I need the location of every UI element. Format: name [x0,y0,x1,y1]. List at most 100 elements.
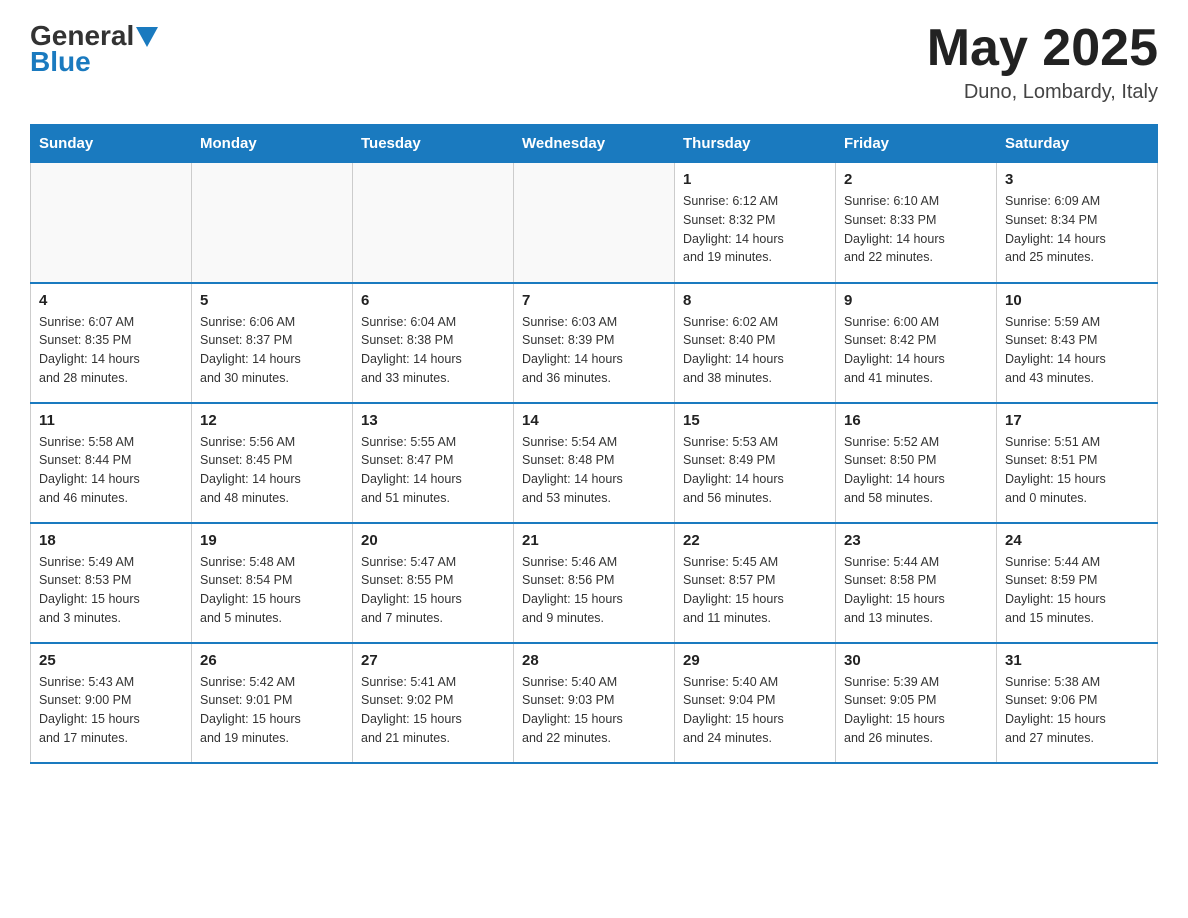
day-number: 26 [200,652,344,669]
calendar-cell: 16 Sunrise: 5:52 AM Sunset: 8:50 PM Dayli… [836,403,997,523]
calendar-header-wednesday: Wednesday [514,125,675,163]
calendar-cell [192,163,353,283]
title-block: May 2025 Duno, Lombardy, Italy [927,20,1158,104]
day-info: Sunrise: 5:41 AM Sunset: 9:02 PM Dayligh… [361,673,505,748]
day-info: Sunrise: 5:52 AM Sunset: 8:50 PM Dayligh… [844,433,988,508]
day-info: Sunrise: 6:09 AM Sunset: 8:34 PM Dayligh… [1005,192,1149,267]
location: Duno, Lombardy, Italy [927,81,1158,104]
day-number: 6 [361,292,505,309]
day-number: 20 [361,532,505,549]
day-info: Sunrise: 5:43 AM Sunset: 9:00 PM Dayligh… [39,673,183,748]
day-number: 9 [844,292,988,309]
day-number: 30 [844,652,988,669]
calendar-cell: 19 Sunrise: 5:48 AM Sunset: 8:54 PM Dayli… [192,523,353,643]
calendar-cell: 21Sunrise: 5:46 AM Sunset: 8:56 PM Dayli… [514,523,675,643]
calendar-cell: 3 Sunrise: 6:09 AM Sunset: 8:34 PM Daylig… [997,163,1158,283]
day-number: 7 [522,292,666,309]
day-number: 3 [1005,171,1149,188]
calendar-cell: 31Sunrise: 5:38 AM Sunset: 9:06 PM Dayli… [997,643,1158,763]
calendar-cell: 29 Sunrise: 5:40 AM Sunset: 9:04 PM Dayli… [675,643,836,763]
calendar-cell [514,163,675,283]
day-info: Sunrise: 6:00 AM Sunset: 8:42 PM Dayligh… [844,313,988,388]
day-info: Sunrise: 6:10 AM Sunset: 8:33 PM Dayligh… [844,192,988,267]
calendar-cell: 17Sunrise: 5:51 AM Sunset: 8:51 PM Dayli… [997,403,1158,523]
calendar-cell: 2 Sunrise: 6:10 AM Sunset: 8:33 PM Daylig… [836,163,997,283]
day-info: Sunrise: 5:42 AM Sunset: 9:01 PM Dayligh… [200,673,344,748]
day-number: 10 [1005,292,1149,309]
day-number: 27 [361,652,505,669]
day-number: 1 [683,171,827,188]
day-info: Sunrise: 5:53 AM Sunset: 8:49 PM Dayligh… [683,433,827,508]
calendar-week-row: 25 Sunrise: 5:43 AM Sunset: 9:00 PM Dayli… [31,643,1158,763]
day-info: Sunrise: 5:40 AM Sunset: 9:04 PM Dayligh… [683,673,827,748]
day-info: Sunrise: 5:55 AM Sunset: 8:47 PM Dayligh… [361,433,505,508]
day-number: 31 [1005,652,1149,669]
calendar-cell: 10 Sunrise: 5:59 AM Sunset: 8:43 PM Dayli… [997,283,1158,403]
calendar-week-row: 1 Sunrise: 6:12 AM Sunset: 8:32 PM Daylig… [31,163,1158,283]
day-info: Sunrise: 5:45 AM Sunset: 8:57 PM Dayligh… [683,553,827,628]
day-number: 14 [522,412,666,429]
day-info: Sunrise: 6:06 AM Sunset: 8:37 PM Dayligh… [200,313,344,388]
day-number: 18 [39,532,183,549]
calendar-header-row: SundayMondayTuesdayWednesdayThursdayFrid… [31,125,1158,163]
calendar-cell: 25 Sunrise: 5:43 AM Sunset: 9:00 PM Dayli… [31,643,192,763]
day-number: 23 [844,532,988,549]
day-info: Sunrise: 5:48 AM Sunset: 8:54 PM Dayligh… [200,553,344,628]
day-number: 19 [200,532,344,549]
calendar-cell: 11 Sunrise: 5:58 AM Sunset: 8:44 PM Dayli… [31,403,192,523]
calendar-cell: 7 Sunrise: 6:03 AM Sunset: 8:39 PM Daylig… [514,283,675,403]
month-title: May 2025 [927,20,1158,77]
calendar-cell: 14 Sunrise: 5:54 AM Sunset: 8:48 PM Dayli… [514,403,675,523]
calendar-header-tuesday: Tuesday [353,125,514,163]
calendar-cell: 22 Sunrise: 5:45 AM Sunset: 8:57 PM Dayli… [675,523,836,643]
calendar-week-row: 4 Sunrise: 6:07 AM Sunset: 8:35 PM Daylig… [31,283,1158,403]
day-number: 24 [1005,532,1149,549]
day-number: 17 [1005,412,1149,429]
day-number: 16 [844,412,988,429]
day-number: 29 [683,652,827,669]
day-info: Sunrise: 6:04 AM Sunset: 8:38 PM Dayligh… [361,313,505,388]
day-number: 2 [844,171,988,188]
day-info: Sunrise: 5:49 AM Sunset: 8:53 PM Dayligh… [39,553,183,628]
calendar-table: SundayMondayTuesdayWednesdayThursdayFrid… [30,124,1158,764]
calendar-cell: 1 Sunrise: 6:12 AM Sunset: 8:32 PM Daylig… [675,163,836,283]
calendar-cell: 13Sunrise: 5:55 AM Sunset: 8:47 PM Dayli… [353,403,514,523]
calendar-cell: 12 Sunrise: 5:56 AM Sunset: 8:45 PM Dayli… [192,403,353,523]
calendar-cell: 15Sunrise: 5:53 AM Sunset: 8:49 PM Dayli… [675,403,836,523]
calendar-header-monday: Monday [192,125,353,163]
calendar-cell: 28 Sunrise: 5:40 AM Sunset: 9:03 PM Dayli… [514,643,675,763]
day-number: 5 [200,292,344,309]
calendar-week-row: 18 Sunrise: 5:49 AM Sunset: 8:53 PM Dayli… [31,523,1158,643]
day-info: Sunrise: 5:54 AM Sunset: 8:48 PM Dayligh… [522,433,666,508]
calendar-header-sunday: Sunday [31,125,192,163]
calendar-cell [31,163,192,283]
day-info: Sunrise: 6:03 AM Sunset: 8:39 PM Dayligh… [522,313,666,388]
calendar-week-row: 11 Sunrise: 5:58 AM Sunset: 8:44 PM Dayli… [31,403,1158,523]
calendar-header-saturday: Saturday [997,125,1158,163]
calendar-cell: 20 Sunrise: 5:47 AM Sunset: 8:55 PM Dayli… [353,523,514,643]
calendar-cell: 18 Sunrise: 5:49 AM Sunset: 8:53 PM Dayli… [31,523,192,643]
day-info: Sunrise: 5:47 AM Sunset: 8:55 PM Dayligh… [361,553,505,628]
day-number: 25 [39,652,183,669]
calendar-cell: 9 Sunrise: 6:00 AM Sunset: 8:42 PM Daylig… [836,283,997,403]
day-info: Sunrise: 6:12 AM Sunset: 8:32 PM Dayligh… [683,192,827,267]
day-info: Sunrise: 5:40 AM Sunset: 9:03 PM Dayligh… [522,673,666,748]
day-info: Sunrise: 5:58 AM Sunset: 8:44 PM Dayligh… [39,433,183,508]
day-info: Sunrise: 6:07 AM Sunset: 8:35 PM Dayligh… [39,313,183,388]
calendar-cell: 27 Sunrise: 5:41 AM Sunset: 9:02 PM Dayli… [353,643,514,763]
day-number: 22 [683,532,827,549]
day-number: 12 [200,412,344,429]
day-info: Sunrise: 6:02 AM Sunset: 8:40 PM Dayligh… [683,313,827,388]
day-number: 11 [39,412,183,429]
calendar-cell: 8Sunrise: 6:02 AM Sunset: 8:40 PM Daylig… [675,283,836,403]
calendar-header-thursday: Thursday [675,125,836,163]
calendar-cell: 24Sunrise: 5:44 AM Sunset: 8:59 PM Dayli… [997,523,1158,643]
calendar-header-friday: Friday [836,125,997,163]
page-header: General Blue May 2025 Duno, Lombardy, It… [30,20,1158,104]
day-info: Sunrise: 5:56 AM Sunset: 8:45 PM Dayligh… [200,433,344,508]
day-number: 28 [522,652,666,669]
day-info: Sunrise: 5:59 AM Sunset: 8:43 PM Dayligh… [1005,313,1149,388]
day-number: 4 [39,292,183,309]
logo: General Blue [30,20,158,78]
day-info: Sunrise: 5:39 AM Sunset: 9:05 PM Dayligh… [844,673,988,748]
